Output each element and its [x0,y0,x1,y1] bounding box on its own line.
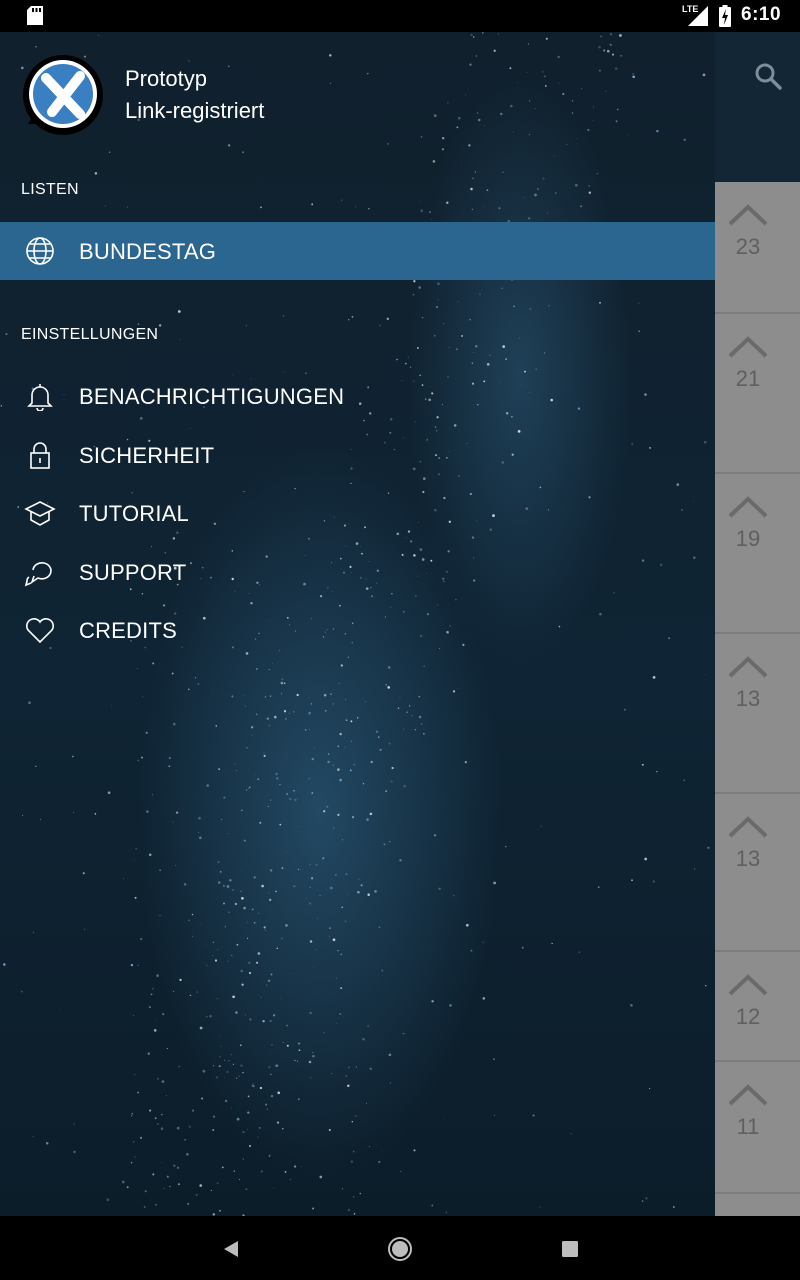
list-item[interactable]: 13 [715,634,800,794]
status-bar: LTE 6:10 [0,0,800,32]
signal-icon [688,6,708,26]
vote-count: 11 [736,1114,760,1139]
chat-bubble-icon [24,562,52,587]
sd-card-icon [27,6,43,25]
upvote-chevron-icon[interactable] [728,974,768,996]
upvote-chevron-icon[interactable] [728,336,768,358]
drawer-item-label: SICHERHEIT [79,443,215,468]
drawer-item-benachrichtigungen[interactable]: BENACHRICHTIGUNGEN [0,367,715,425]
drawer-item-label: TUTORIAL [79,501,189,526]
heart-icon [25,618,55,644]
navigation-bar [0,1216,800,1280]
recents-icon[interactable] [557,1236,583,1262]
app-logo [23,55,103,135]
vote-count: 13 [735,686,761,711]
drawer-item-support[interactable]: SUPPORT [0,543,715,601]
globe-icon [26,237,54,265]
drawer-item-label: BENACHRICHTIGUNGEN [79,384,345,409]
vote-count: 21 [735,366,761,391]
drawer-item-label: BUNDESTAG [79,239,217,264]
upvote-chevron-icon[interactable] [728,656,768,678]
section-header-einstellungen: EINSTELLUNGEN [21,326,159,343]
upvote-chevron-icon[interactable] [728,204,768,226]
upvote-chevron-icon[interactable] [728,496,768,518]
home-icon[interactable] [387,1236,413,1262]
list-item[interactable]: 13 [715,794,800,952]
drawer-item-tutorial[interactable]: TUTORIAL [0,484,715,542]
vote-count: 23 [735,234,761,259]
back-icon[interactable] [218,1236,244,1262]
section-header-listen: LISTEN [21,181,79,198]
drawer-item-label: SUPPORT [79,560,187,585]
search-icon[interactable] [754,62,782,90]
vote-count: 13 [735,846,761,871]
drawer-title: Prototyp [125,66,207,91]
drawer-item-label: CREDITS [79,618,177,643]
lock-icon [30,442,50,469]
clock: 6:10 [741,4,782,25]
bell-icon [27,384,53,411]
list-item[interactable]: 19 [715,474,800,634]
list-item[interactable]: 23 [715,182,800,314]
list-item[interactable]: 21 [715,314,800,474]
list-item[interactable]: 12 [715,952,800,1062]
navigation-drawer: Prototyp Link-registriert LISTEN BUNDEST… [0,32,715,1216]
list-item[interactable]: 11 [715,1062,800,1194]
upvote-chevron-icon[interactable] [728,1084,768,1106]
graduation-cap-icon [24,501,56,526]
drawer-item-bundestag[interactable]: BUNDESTAG [0,222,715,280]
drawer-item-sicherheit[interactable]: SICHERHEIT [0,426,715,484]
battery-charging-icon [719,5,731,27]
upvote-chevron-icon[interactable] [728,816,768,838]
vote-count: 12 [735,1004,761,1029]
drawer-subtitle: Link-registriert [125,98,265,123]
vote-count: 19 [735,526,761,551]
drawer-item-credits[interactable]: CREDITS [0,601,715,659]
